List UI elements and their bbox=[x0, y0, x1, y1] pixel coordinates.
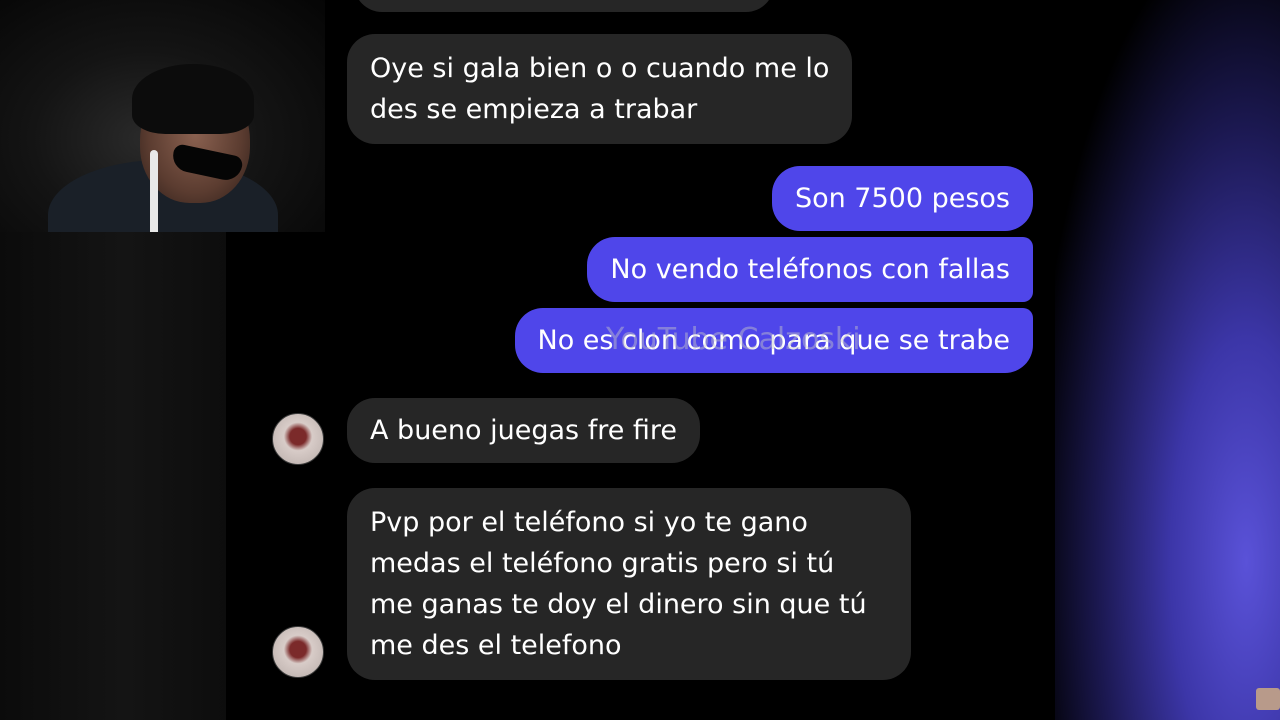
message-text: No vendo teléfonos con fallas bbox=[610, 254, 1010, 285]
message-text: Oye si gala bien o o cuando me lo bbox=[370, 53, 830, 84]
message-text: No es clon como para que se trabe bbox=[537, 325, 1011, 356]
message-text: medas el teléfono gratis pero si tú bbox=[370, 548, 835, 579]
message-bubble-outgoing[interactable]: No es clon como para que se trabe bbox=[514, 308, 1033, 373]
message-text: me ganas te doy el dinero sin que tú bbox=[370, 589, 867, 620]
contact-avatar[interactable] bbox=[272, 626, 324, 678]
message-bubble-partial bbox=[354, 0, 774, 12]
message-bubble-outgoing[interactable]: Son 7500 pesos bbox=[771, 166, 1033, 231]
message-bubble-outgoing[interactable]: No vendo teléfonos con fallas bbox=[587, 237, 1033, 302]
message-text: me des el telefono bbox=[370, 630, 622, 661]
corner-thumbnail bbox=[1256, 688, 1280, 710]
contact-avatar[interactable] bbox=[272, 413, 324, 465]
message-text: Son 7500 pesos bbox=[794, 183, 1010, 214]
message-text: Pvp por el teléfono si yo te gano bbox=[370, 507, 808, 538]
message-text: A bueno juegas fre fire bbox=[370, 415, 678, 446]
webcam-earbud bbox=[150, 150, 158, 232]
message-text: des se empieza a trabar bbox=[370, 94, 698, 125]
chat-thread: Oye si gala bien o o cuando me lo des se… bbox=[226, 0, 1055, 720]
message-bubble-incoming[interactable]: A bueno juegas fre fire bbox=[347, 398, 701, 463]
message-bubble-incoming[interactable]: Pvp por el teléfono si yo te gano medas … bbox=[347, 488, 911, 680]
message-bubble-incoming[interactable]: Oye si gala bien o o cuando me lo des se… bbox=[347, 34, 853, 144]
left-background-panel bbox=[0, 232, 226, 720]
right-background-panel bbox=[1055, 0, 1280, 720]
